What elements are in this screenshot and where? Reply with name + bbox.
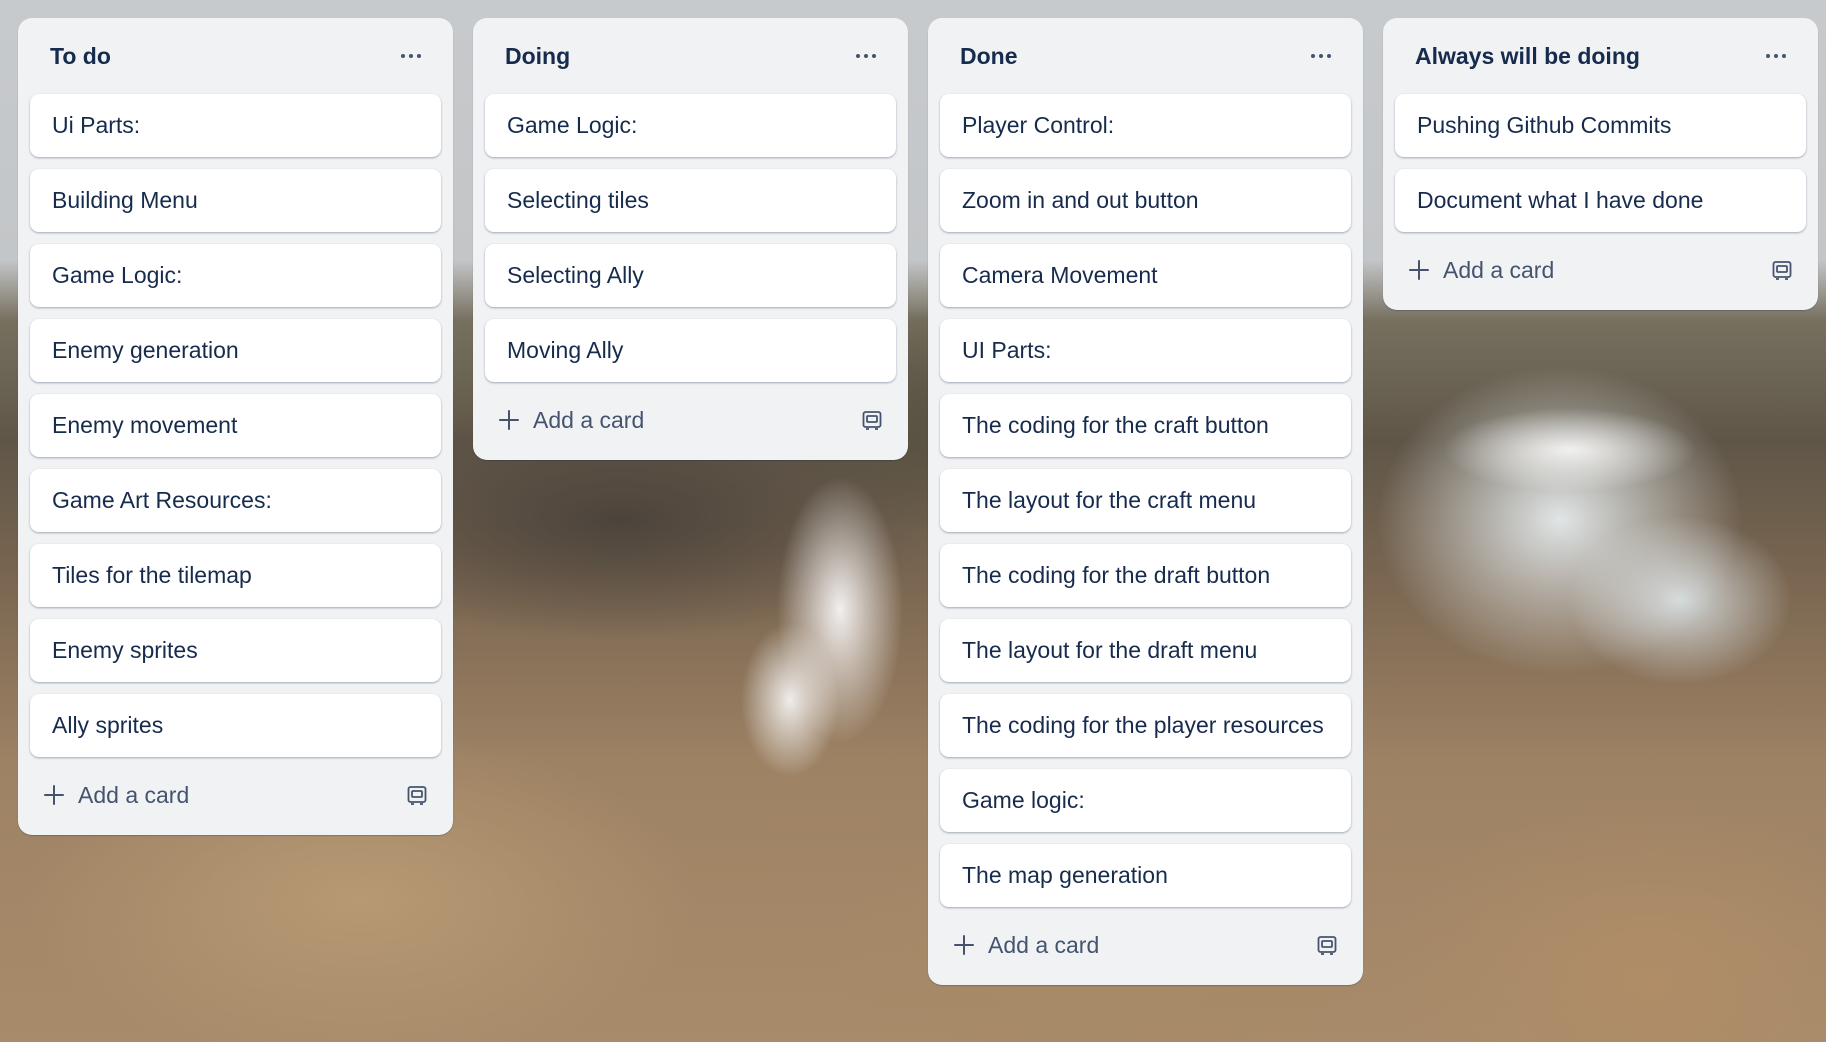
add-card-button[interactable]: Add a card [499, 407, 644, 434]
plus-icon [499, 410, 519, 430]
ellipsis-icon[interactable] [1303, 38, 1339, 74]
add-card-label: Add a card [988, 931, 1100, 958]
card[interactable]: Ally sprites [30, 694, 441, 757]
list-header: To do [30, 18, 441, 94]
add-card-button[interactable]: Add a card [1409, 257, 1554, 284]
add-card-button[interactable]: Add a card [44, 782, 189, 809]
card[interactable]: The map generation [940, 844, 1351, 907]
list-header: Doing [485, 18, 896, 94]
card[interactable]: Pushing Github Commits [1395, 94, 1806, 157]
board: To do Ui Parts: Building Menu Game Logic: En… [18, 18, 1818, 985]
card[interactable]: The coding for the craft button [940, 394, 1351, 457]
card[interactable]: Building Menu [30, 169, 441, 232]
add-card-button[interactable]: Add a card [954, 932, 1099, 959]
add-card-label: Add a card [1443, 256, 1555, 283]
list-header: Done [940, 18, 1351, 94]
list-2: Done Player Control: Zoom in and out butto… [928, 18, 1363, 985]
list-title[interactable]: Done [960, 43, 1018, 70]
add-card-label: Add a card [78, 781, 190, 808]
card[interactable]: Game Logic: [30, 244, 441, 307]
card[interactable]: Zoom in and out button [940, 169, 1351, 232]
card[interactable]: Enemy generation [30, 319, 441, 382]
card[interactable]: Game logic: [940, 769, 1351, 832]
list-footer: Add a card [30, 769, 441, 821]
plus-icon [954, 935, 974, 955]
card[interactable]: Ui Parts: [30, 94, 441, 157]
list-header: Always will be doing [1395, 18, 1806, 94]
ellipsis-icon[interactable] [1758, 38, 1794, 74]
plus-icon [1409, 260, 1429, 280]
card-list: Pushing Github Commits Document what I ha… [1395, 94, 1806, 232]
card[interactable]: Enemy sprites [30, 619, 441, 682]
card[interactable]: Game Logic: [485, 94, 896, 157]
list-footer: Add a card [1395, 244, 1806, 296]
card-list: Ui Parts: Building Menu Game Logic: Enemy g… [30, 94, 441, 757]
list-footer: Add a card [485, 394, 896, 446]
plus-icon [44, 785, 64, 805]
list-title[interactable]: Doing [505, 43, 570, 70]
add-card-label: Add a card [533, 406, 645, 433]
ellipsis-icon[interactable] [393, 38, 429, 74]
card[interactable]: The coding for the player resources [940, 694, 1351, 757]
card[interactable]: UI Parts: [940, 319, 1351, 382]
card[interactable]: Camera Movement [940, 244, 1351, 307]
card[interactable]: The layout for the craft menu [940, 469, 1351, 532]
card-list: Player Control: Zoom in and out button Cam… [940, 94, 1351, 907]
card-template-icon[interactable] [405, 783, 429, 807]
card[interactable]: Moving Ally [485, 319, 896, 382]
list-footer: Add a card [940, 919, 1351, 971]
card[interactable]: Selecting Ally [485, 244, 896, 307]
list-title[interactable]: Always will be doing [1415, 43, 1640, 70]
card[interactable]: Tiles for the tilemap [30, 544, 441, 607]
card-list: Game Logic: Selecting tiles Selecting Ally… [485, 94, 896, 382]
card[interactable]: Document what I have done [1395, 169, 1806, 232]
list-0: To do Ui Parts: Building Menu Game Logic: En… [18, 18, 453, 835]
card-template-icon[interactable] [860, 408, 884, 432]
card[interactable]: Game Art Resources: [30, 469, 441, 532]
card[interactable]: The layout for the draft menu [940, 619, 1351, 682]
card[interactable]: Player Control: [940, 94, 1351, 157]
card[interactable]: Selecting tiles [485, 169, 896, 232]
card[interactable]: The coding for the draft button [940, 544, 1351, 607]
ellipsis-icon[interactable] [848, 38, 884, 74]
card-template-icon[interactable] [1315, 933, 1339, 957]
card[interactable]: Enemy movement [30, 394, 441, 457]
list-title[interactable]: To do [50, 43, 111, 70]
card-template-icon[interactable] [1770, 258, 1794, 282]
list-3: Always will be doing Pushing Github Commi… [1383, 18, 1818, 310]
list-1: Doing Game Logic: Selecting tiles Selecting… [473, 18, 908, 460]
